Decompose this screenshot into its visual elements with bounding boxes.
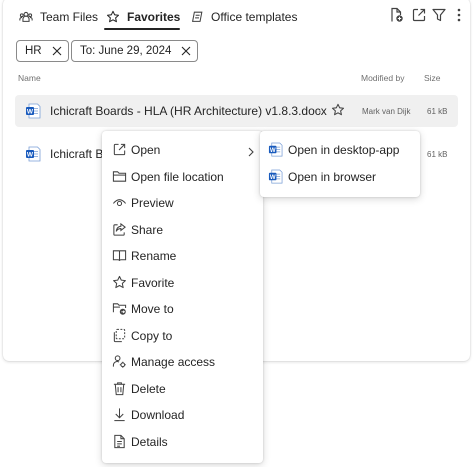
tab-label: Team Files <box>40 10 99 24</box>
menu-item-move-to[interactable]: Move to <box>102 296 263 322</box>
menu-item-delete[interactable]: Delete <box>102 376 263 402</box>
open-external-icon <box>412 8 426 22</box>
filter-button[interactable] <box>431 7 447 23</box>
filter-chip-label: HR <box>25 45 42 57</box>
menu-item-label: Download <box>131 408 185 422</box>
active-tab-indicator <box>104 28 180 30</box>
manage-access-icon <box>112 354 127 369</box>
menu-item-favorite[interactable]: Favorite <box>102 270 263 296</box>
svg-text:W: W <box>270 174 276 181</box>
word-icon: W <box>268 169 283 184</box>
eye-icon <box>112 195 127 210</box>
filter-chip-label: To: June 29, 2024 <box>80 45 172 57</box>
word-icon: W <box>268 142 283 157</box>
file-size: 61 kB <box>427 107 448 116</box>
column-header-size[interactable]: Size <box>424 73 441 83</box>
template-icon <box>191 11 203 22</box>
column-header-name[interactable]: Name <box>18 73 41 83</box>
open-icon <box>112 142 127 157</box>
file-row[interactable]: W Ichicraft Boards - HLA (HR Architectur… <box>15 95 458 127</box>
menu-item-label: Open <box>131 143 161 157</box>
menu-item-label: Copy to <box>131 328 173 343</box>
menu-item-share[interactable]: Share <box>102 217 263 243</box>
menu-item-label: Share <box>131 222 164 237</box>
menu-item-open-file-location[interactable]: Open file location <box>102 164 263 190</box>
menu-item-rename[interactable]: Rename <box>102 243 263 269</box>
open-submenu: W Open in desktop-app W Open in browser <box>260 131 420 197</box>
menu-item-download[interactable]: Download <box>102 402 263 428</box>
filter-chip-date[interactable]: To: June 29, 2024 <box>71 40 199 62</box>
menu-item-label: Rename <box>131 249 177 263</box>
submenu-item-label: Open in browser <box>288 170 377 184</box>
star-icon[interactable] <box>331 103 345 117</box>
tab-team-files[interactable]: Team Files <box>19 7 98 27</box>
tab-label: Favorites <box>127 10 181 24</box>
svg-text:W: W <box>27 152 34 159</box>
menu-item-label: Open file location <box>131 169 224 184</box>
open-external-button[interactable] <box>411 7 427 23</box>
submenu-item-label: Open in desktop-app <box>288 143 400 157</box>
menu-item-label: Delete <box>131 381 166 396</box>
team-icon <box>19 11 33 22</box>
submenu-item-open-in-desktop-app[interactable]: W Open in desktop-app <box>260 137 420 163</box>
rename-icon <box>112 248 127 263</box>
star-icon <box>106 10 120 23</box>
menu-item-label: Manage access <box>131 355 216 369</box>
filter-icon <box>432 8 446 22</box>
menu-item-details[interactable]: Details <box>102 429 263 455</box>
menu-item-label: Preview <box>131 196 174 210</box>
tab-office-templates[interactable]: Office templates <box>190 7 297 27</box>
more-icon <box>457 8 461 22</box>
context-menu: Open Open file location Preview Share Re… <box>102 131 263 463</box>
submenu-item-open-in-browser[interactable]: W Open in browser <box>260 164 420 190</box>
file-size: 61 kB <box>427 150 448 159</box>
tab-favorites[interactable]: Favorites <box>106 7 180 27</box>
menu-item-label: Move to <box>131 302 174 316</box>
column-header-modified-by[interactable]: Modified by <box>361 73 404 83</box>
details-icon <box>112 434 127 449</box>
new-document-button[interactable] <box>388 7 404 23</box>
star-icon <box>112 275 127 290</box>
menu-item-manage-access[interactable]: Manage access <box>102 349 263 375</box>
new-document-icon <box>391 7 403 22</box>
filter-chip-hr[interactable]: HR <box>16 40 69 62</box>
folder-icon <box>112 169 127 184</box>
menu-item-label: Favorite <box>131 275 175 290</box>
copy-icon <box>112 328 127 343</box>
svg-text:W: W <box>27 109 34 116</box>
tab-label: Office templates <box>211 10 298 24</box>
menu-item-label: Details <box>131 434 168 449</box>
more-actions-button[interactable]: ··· <box>314 104 326 118</box>
delete-icon <box>112 381 127 396</box>
close-icon[interactable] <box>52 46 62 56</box>
svg-text:W: W <box>270 147 276 154</box>
menu-item-preview[interactable]: Preview <box>102 190 263 216</box>
modified-by: Mark van Dijk <box>362 107 411 116</box>
menu-item-copy-to[interactable]: Copy to <box>102 323 263 349</box>
move-icon <box>112 301 127 316</box>
chevron-right-icon <box>246 144 256 157</box>
tab-bar: Team Files Favorites Office templates <box>3 0 470 34</box>
more-options-button[interactable] <box>451 7 467 23</box>
file-name[interactable]: Ichicraft Boards - HLA (HR Architecture)… <box>50 104 327 118</box>
download-icon <box>112 407 127 422</box>
word-icon: W <box>26 146 41 162</box>
word-icon: W <box>26 103 41 119</box>
menu-item-open[interactable]: Open <box>102 137 263 163</box>
share-icon <box>112 222 127 237</box>
close-icon[interactable] <box>181 46 191 56</box>
